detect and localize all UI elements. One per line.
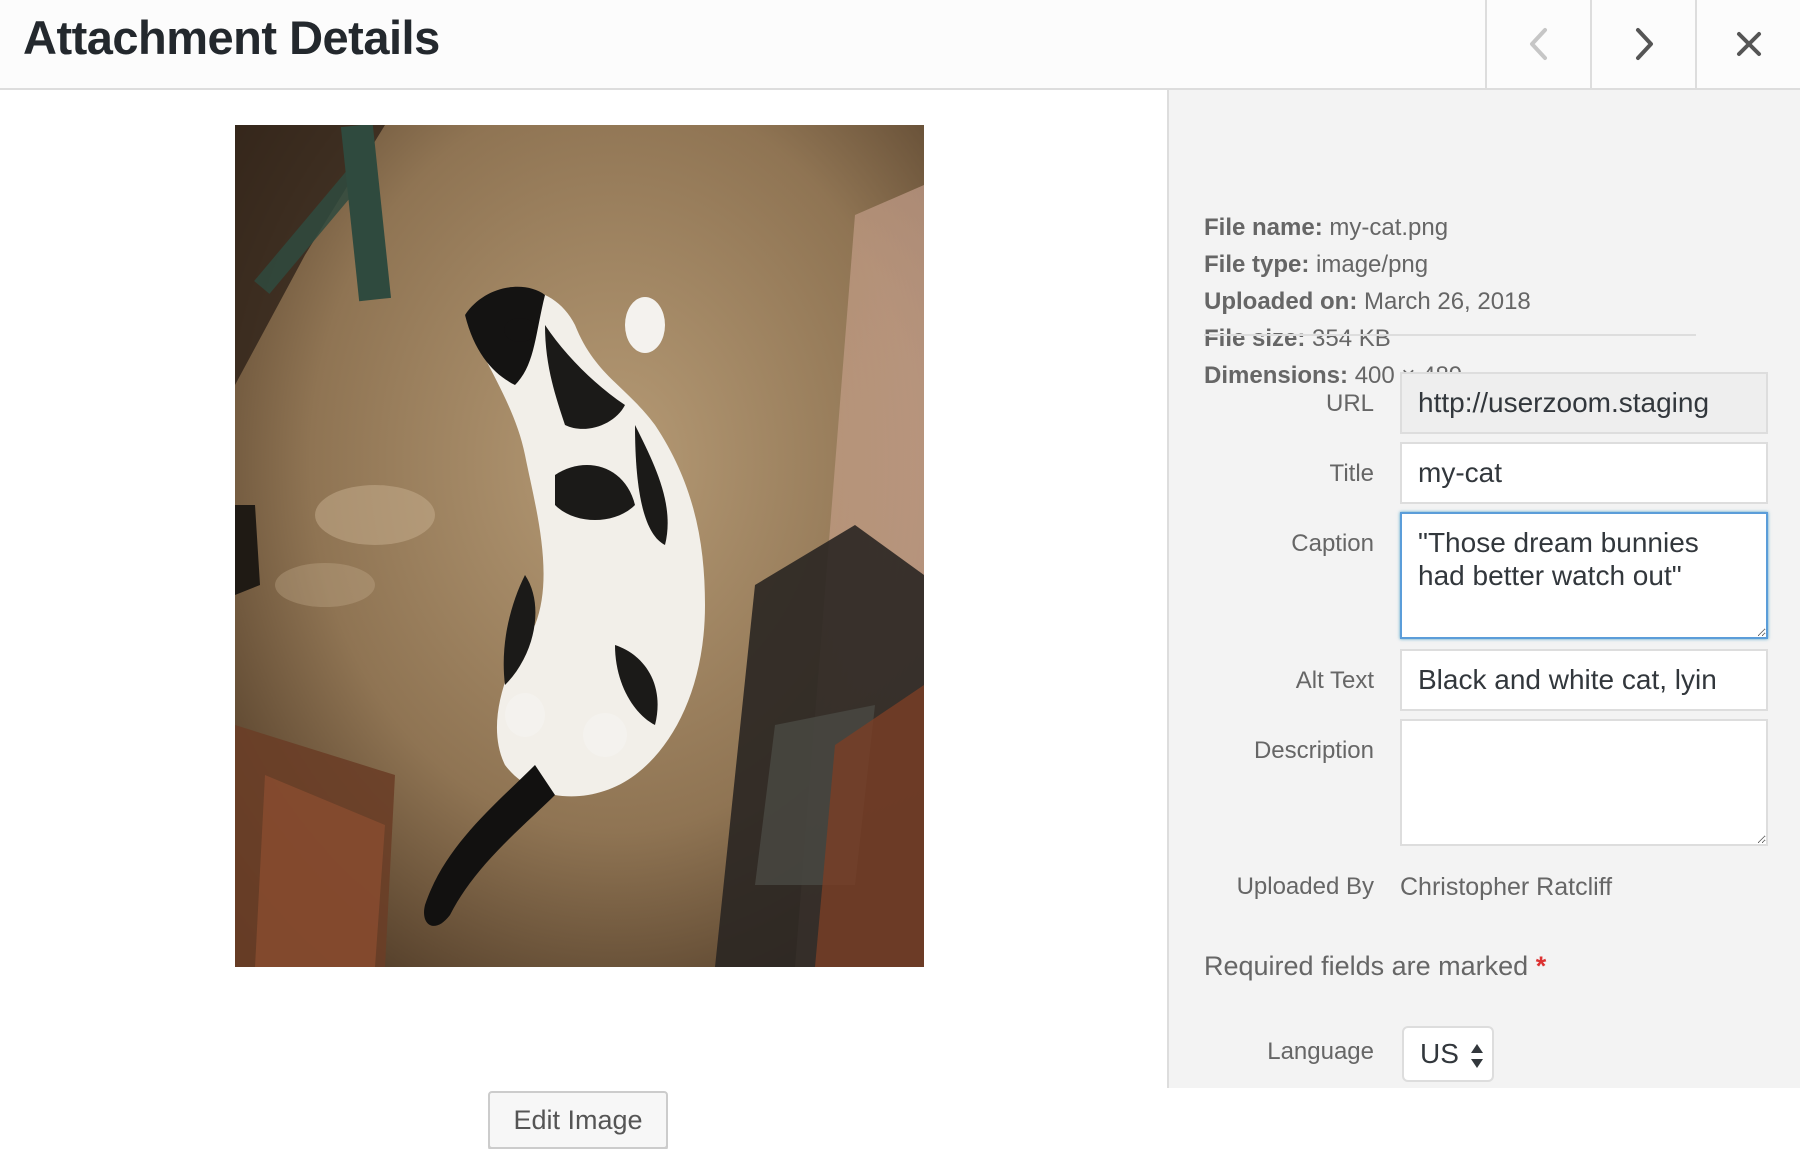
file-type-row: File type: image/png — [1204, 247, 1428, 283]
required-note-text: Required fields are marked — [1204, 951, 1529, 981]
required-fields-note: Required fields are marked * — [1204, 948, 1546, 984]
url-field[interactable] — [1400, 372, 1768, 434]
url-label: URL — [1325, 390, 1374, 417]
close-icon — [1736, 32, 1761, 56]
close-button[interactable] — [1695, 0, 1800, 88]
title-field[interactable] — [1400, 442, 1768, 504]
language-label: Language — [1267, 1038, 1374, 1065]
page-title: Attachment Details — [23, 11, 440, 64]
edit-image-button[interactable]: Edit Image — [488, 1091, 668, 1149]
attachment-image — [235, 125, 924, 967]
caption-label: Caption — [1291, 530, 1374, 557]
file-type-label: File type: — [1204, 251, 1310, 278]
alt-text-label: Alt Text — [1295, 667, 1374, 694]
file-name-label: File name: — [1204, 214, 1323, 241]
file-type-value: image/png — [1316, 251, 1429, 278]
chevron-left-icon — [1529, 28, 1547, 60]
caption-field[interactable]: "Those dream bunnies had better watch ou… — [1400, 512, 1768, 639]
file-name-row: File name: my-cat.png — [1204, 210, 1448, 246]
alt-text-field[interactable] — [1400, 649, 1768, 711]
attachment-preview: Edit Image — [0, 90, 1167, 1149]
file-size-row: File size: 354 KB — [1204, 321, 1391, 357]
previous-attachment-button[interactable] — [1485, 0, 1590, 88]
next-attachment-button[interactable] — [1590, 0, 1695, 88]
file-name-value: my-cat.png — [1329, 214, 1449, 241]
uploaded-on-value: March 26, 2018 — [1364, 288, 1531, 315]
select-arrows-icon — [1471, 1044, 1483, 1068]
uploaded-by-value: Christopher Ratcliff — [1400, 873, 1613, 901]
modal-header: Attachment Details — [0, 0, 1800, 90]
file-size-value: 354 KB — [1312, 325, 1391, 352]
attachment-details-sidebar: File name: my-cat.png File type: image/p… — [1167, 90, 1800, 1088]
uploaded-on-row: Uploaded on: March 26, 2018 — [1204, 284, 1531, 320]
file-size-label: File size: — [1204, 325, 1306, 352]
title-label: Title — [1329, 460, 1374, 487]
details-divider — [1204, 334, 1696, 336]
cat-photo — [235, 125, 924, 967]
chevron-right-icon — [1635, 28, 1653, 60]
dimensions-label: Dimensions: — [1204, 362, 1349, 389]
language-select[interactable]: US — [1402, 1026, 1494, 1082]
uploaded-by-label: Uploaded By — [1236, 873, 1374, 900]
description-field[interactable] — [1400, 719, 1768, 846]
language-selected-value: US — [1420, 1038, 1459, 1069]
description-label: Description — [1253, 737, 1374, 764]
uploaded-on-label: Uploaded on: — [1204, 288, 1358, 315]
required-star: * — [1535, 951, 1547, 981]
